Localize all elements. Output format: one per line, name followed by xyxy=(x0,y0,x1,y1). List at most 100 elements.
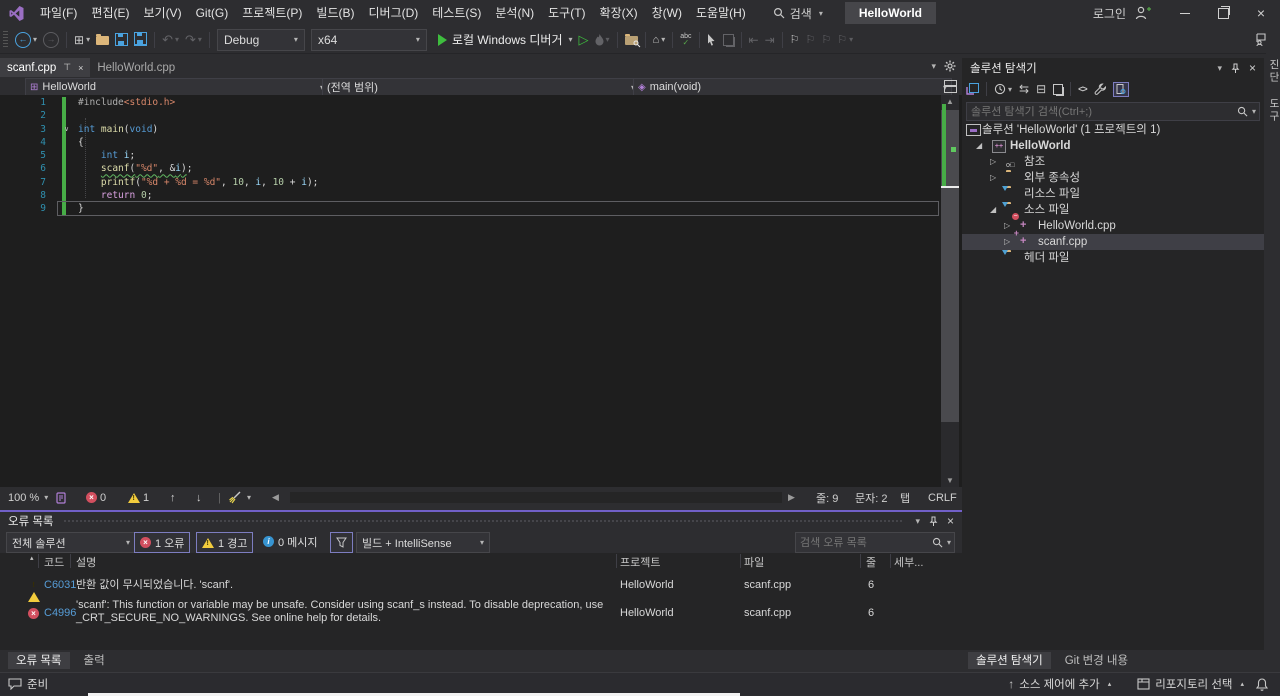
column-header[interactable]: 세부... xyxy=(894,554,923,570)
solution-explorer-search[interactable]: ▾ xyxy=(966,102,1260,121)
properties-wrench-button[interactable] xyxy=(1094,83,1106,95)
column-header[interactable]: 코드 xyxy=(44,554,64,570)
horizontal-scrollbar[interactable] xyxy=(290,492,782,503)
vertical-scrollbar[interactable]: ▲ ▼ xyxy=(941,95,959,487)
increase-indent-button[interactable]: ⇥ xyxy=(762,29,778,51)
restore-button[interactable] xyxy=(1204,0,1242,26)
save-button[interactable] xyxy=(112,29,131,51)
solution-search-input[interactable] xyxy=(967,105,1235,118)
column-header[interactable]: 프로젝트 xyxy=(620,554,660,570)
close-icon[interactable]: × xyxy=(947,514,954,528)
column-header[interactable]: 설명 xyxy=(76,554,96,570)
code-line[interactable]: 2 xyxy=(0,109,941,122)
split-window-icon[interactable] xyxy=(944,80,957,93)
active-filter-button[interactable] xyxy=(330,532,353,553)
user-account-icon[interactable] xyxy=(1134,6,1152,20)
code-cleanup-button[interactable]: ▾ xyxy=(228,487,251,508)
pending-changes-filter-button[interactable]: ▾ xyxy=(994,83,1012,95)
pin-icon[interactable] xyxy=(1231,63,1240,74)
explorer-tab-Git-변경-내용[interactable]: Git 변경 내용 xyxy=(1057,652,1136,669)
send-feedback-button[interactable] xyxy=(1251,29,1270,51)
error-list-title-bar[interactable]: 오류 목록 ▾ × xyxy=(0,512,962,530)
select-element-button[interactable] xyxy=(704,29,720,51)
toolbar-grip[interactable] xyxy=(3,30,8,49)
redo-button[interactable]: ↷ ▾ xyxy=(182,29,205,51)
member-dropdown[interactable]: ◈ main(void) ▾ xyxy=(633,78,952,96)
code-line[interactable]: 5 int i; xyxy=(0,149,941,162)
code-line[interactable]: 3 ∨ int main(void) xyxy=(0,123,941,136)
solution-platforms-dropdown[interactable]: x64 ▾ xyxy=(310,28,427,51)
explorer-tab-솔루션-탐색기[interactable]: 솔루션 탐색기 xyxy=(968,651,1051,669)
navigate-forward-button[interactable]: → xyxy=(40,29,62,51)
error-code-link[interactable]: C4996 xyxy=(44,607,76,619)
errors-filter-toggle[interactable]: × 1 오류 xyxy=(134,532,191,553)
document-tab[interactable]: scanf.cpp ⊤ × xyxy=(0,58,91,77)
document-health-icon[interactable] xyxy=(56,487,68,508)
zoom-dropdown[interactable]: 100 % ▾ xyxy=(8,487,48,508)
error-search-input[interactable] xyxy=(796,536,930,549)
undo-button[interactable]: ↶ ▾ xyxy=(159,29,182,51)
code-line[interactable]: 8 return 0; xyxy=(0,189,941,202)
menu-item[interactable]: 테스트(S) xyxy=(425,0,488,26)
error-list-row[interactable]: ! C6031 반환 값이 무시되었습니다. 'scanf'. HelloWorld s… xyxy=(0,575,962,602)
warnings-filter-toggle[interactable]: ! 1 경고 xyxy=(196,532,254,553)
sign-in-button[interactable]: 로그인 xyxy=(1093,5,1126,22)
menu-item[interactable]: 디버그(D) xyxy=(361,0,425,26)
menu-item[interactable]: 도움말(H) xyxy=(689,0,753,26)
menu-item[interactable]: 파일(F) xyxy=(33,0,84,26)
line-ending-indicator[interactable]: CRLF xyxy=(928,487,957,508)
properties-pages-button[interactable] xyxy=(1053,83,1064,95)
select-repository-button[interactable]: 리포지토리 선택 ▴ xyxy=(1131,673,1250,695)
code-line[interactable]: 1 #include<stdio.h> xyxy=(0,96,941,109)
preview-selected-items-button[interactable] xyxy=(1112,81,1129,97)
tree-item--helloworld-1-1-[interactable]: 솔루션 'HelloWorld' (1 프로젝트의 1) xyxy=(962,122,1264,138)
clear-bookmarks-button[interactable]: ⚐ ▾ xyxy=(834,29,856,51)
menu-item[interactable]: Git(G) xyxy=(189,0,236,26)
view-code-button[interactable]: <> xyxy=(1078,84,1087,94)
sync-with-active-document-button[interactable]: ⇆ xyxy=(1019,82,1029,96)
bottom-tab-출력[interactable]: 출력 xyxy=(76,652,113,669)
tree-item--[interactable]: ◢ 소스 파일 xyxy=(962,202,1264,218)
column-header[interactable]: 파일 xyxy=(744,554,764,570)
bottom-tab-오류-목록[interactable]: 오류 목록 xyxy=(8,651,70,669)
add-to-source-control-button[interactable]: ↑ 소스 제어에 추가 ▴ xyxy=(1002,673,1117,695)
tree-expander-icon[interactable]: ◢ xyxy=(976,138,982,154)
tree-item--[interactable]: ▷ 외부 종속성 xyxy=(962,170,1264,186)
window-position-dropdown-icon[interactable]: ▾ xyxy=(1217,63,1222,74)
sync-namespace-button[interactable]: ⌂ ▾ xyxy=(650,29,669,51)
error-scope-dropdown[interactable]: 전체 솔루션 ▾ xyxy=(6,532,136,553)
menu-item[interactable]: 창(W) xyxy=(645,0,689,26)
project-dropdown[interactable]: ⊞ HelloWorld▾ xyxy=(25,78,329,96)
tree-expander-icon[interactable]: ▷ xyxy=(990,154,996,170)
menu-item[interactable]: 빌드(B) xyxy=(309,0,361,26)
document-tab[interactable]: HelloWorld.cpp xyxy=(90,58,182,77)
gear-icon[interactable] xyxy=(944,60,956,72)
line-indicator[interactable]: 줄: 9 xyxy=(816,487,838,508)
start-without-debugging-button[interactable]: ▷ xyxy=(576,29,592,51)
next-issue-button[interactable]: ↓ xyxy=(196,487,202,508)
warning-count-indicator[interactable]: ! 1 xyxy=(128,487,149,508)
menu-item[interactable]: 편집(E) xyxy=(84,0,136,26)
solution-configurations-dropdown[interactable]: Debug ▾ xyxy=(216,28,305,51)
error-source-dropdown[interactable]: 빌드 + IntelliSense ▾ xyxy=(356,532,490,553)
solution-explorer-title-bar[interactable]: 솔루션 탐색기 ▾ × xyxy=(962,58,1264,78)
spell-checker-button[interactable]: abc ✓ xyxy=(677,29,694,51)
menu-item[interactable]: 프로젝트(P) xyxy=(235,0,309,26)
scroll-down-icon[interactable]: ▼ xyxy=(941,474,959,487)
window-position-dropdown-icon[interactable]: ▾ xyxy=(915,516,920,527)
tree-item--[interactable]: 헤더 파일 xyxy=(962,250,1264,266)
save-all-button[interactable] xyxy=(131,29,150,51)
navigate-back-button[interactable]: ← ▾ xyxy=(12,29,40,51)
menu-item[interactable]: 분석(N) xyxy=(488,0,541,26)
hot-reload-button[interactable]: ▾ xyxy=(592,29,613,51)
error-list-search[interactable]: ▾ xyxy=(795,532,955,553)
tree-expander-icon[interactable]: ▷ xyxy=(1004,234,1010,250)
tree-item--[interactable]: 리소스 파일 xyxy=(962,186,1264,202)
menu-item[interactable]: 도구(T) xyxy=(541,0,592,26)
collapse-all-button[interactable]: ⊟ xyxy=(1036,82,1046,96)
close-icon[interactable]: × xyxy=(78,63,83,73)
find-in-files-button[interactable] xyxy=(622,29,641,51)
decrease-indent-button[interactable]: ⇤ xyxy=(746,29,762,51)
notifications-button[interactable] xyxy=(1250,673,1274,695)
close-icon[interactable]: × xyxy=(1249,61,1256,75)
